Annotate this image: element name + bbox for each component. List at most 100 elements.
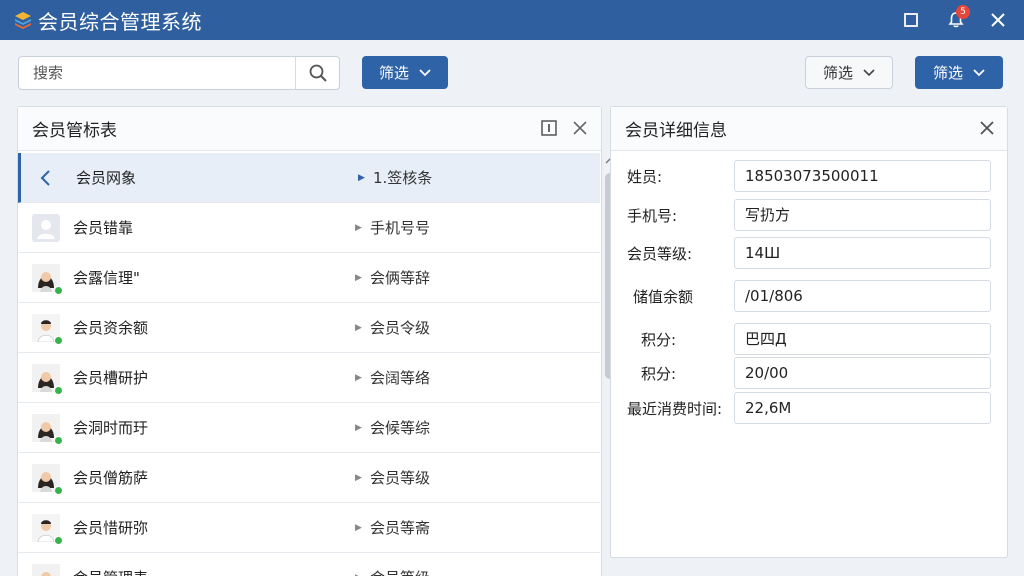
list-item[interactable]: 会员惜研弥 ▶ 会员等斋 bbox=[18, 503, 600, 553]
member-name: 会露信理" bbox=[73, 269, 140, 287]
online-status-dot bbox=[54, 535, 63, 545]
field-value[interactable]: 22,6M bbox=[734, 392, 991, 424]
panel-restore-icon bbox=[541, 120, 557, 136]
chevron-down-icon bbox=[973, 68, 985, 76]
filter-button-2[interactable]: 筛选 bbox=[805, 56, 893, 89]
member-list-panel: 会员管标表 会员网象 ▶ 1.签核条 会员错靠 ▶ 手机号号 会露信理" ▶ 会… bbox=[17, 106, 615, 576]
expand-arrow-icon: ▶ bbox=[355, 322, 362, 333]
maximize-button[interactable] bbox=[891, 0, 931, 40]
member-value: 手机号号 bbox=[370, 219, 431, 237]
member-name: 会员槽研护 bbox=[73, 369, 149, 387]
notification-badge: 5 bbox=[956, 5, 970, 19]
avatar bbox=[32, 413, 63, 445]
panel-restore-button[interactable] bbox=[540, 119, 558, 137]
member-detail-panel: 会员详细信息 姓员: 18503073500011 手机号: 写扔方 会员等级:… bbox=[610, 106, 1008, 558]
close-window-button[interactable] bbox=[978, 0, 1018, 40]
notification-button[interactable]: 5 bbox=[936, 0, 976, 40]
online-status-dot bbox=[54, 385, 63, 395]
app-title: 会员综合管理系统 bbox=[38, 9, 202, 34]
field-label: 储值余额 bbox=[633, 288, 694, 306]
member-detail-title: 会员详细信息 bbox=[625, 121, 727, 141]
field-value[interactable]: /01/806 bbox=[734, 280, 991, 312]
member-value: 会俩等辞 bbox=[370, 269, 431, 287]
online-status-dot bbox=[54, 335, 63, 345]
member-value: 会员等斋 bbox=[370, 519, 431, 537]
list-item[interactable]: 会员僧筋萨 ▶ 会员等级 bbox=[18, 453, 600, 503]
expand-arrow-icon: ▶ bbox=[355, 472, 362, 483]
chevron-down-icon bbox=[419, 68, 431, 76]
member-value: 会员等级 bbox=[370, 469, 431, 487]
member-value: 会候等综 bbox=[370, 419, 431, 437]
field-label: 积分: bbox=[641, 365, 677, 383]
field-label: 手机号: bbox=[627, 207, 678, 225]
panel-close-button[interactable] bbox=[572, 120, 588, 136]
title-bar: 会员综合管理系统 5 bbox=[0, 0, 1024, 40]
avatar bbox=[32, 263, 63, 295]
expand-arrow-icon: ▶ bbox=[355, 422, 362, 433]
expand-arrow-icon: ▶ bbox=[355, 222, 362, 233]
filter-button-1[interactable]: 筛选 bbox=[362, 56, 448, 89]
expand-arrow-icon: ▶ bbox=[355, 522, 362, 533]
field-value[interactable]: 20/00 bbox=[734, 357, 991, 389]
field-value[interactable]: 14Ш bbox=[734, 237, 991, 269]
list-item[interactable]: 会员管理表 ▶ 会员等级 bbox=[18, 553, 600, 576]
member-name: 会员网象 bbox=[76, 169, 137, 187]
detail-close-button[interactable] bbox=[979, 120, 995, 136]
member-name: 会员僧筋萨 bbox=[73, 469, 149, 487]
list-item[interactable]: 会员槽研护 ▶ 会阔等络 bbox=[18, 353, 600, 403]
online-status-dot bbox=[54, 285, 63, 295]
field-value[interactable]: 巴四Д bbox=[734, 323, 991, 355]
field-label: 会员等级: bbox=[627, 245, 693, 263]
search-input[interactable] bbox=[19, 57, 295, 89]
member-name: 会员惜研弥 bbox=[73, 519, 149, 537]
filter-button-3[interactable]: 筛选 bbox=[915, 56, 1003, 89]
member-value: 会员等级 bbox=[370, 567, 430, 576]
member-list: 会员网象 ▶ 1.签核条 会员错靠 ▶ 手机号号 会露信理" ▶ 会俩等辞 会员… bbox=[18, 153, 600, 576]
field-value[interactable]: 18503073500011 bbox=[734, 160, 991, 192]
expand-arrow-icon: ▶ bbox=[355, 272, 362, 283]
member-list-header: 会员管标表 bbox=[18, 107, 601, 151]
filter-button-1-label: 筛选 bbox=[378, 64, 409, 82]
avatar bbox=[32, 313, 63, 345]
list-item[interactable]: 会洞时而玗 ▶ 会候等综 bbox=[18, 403, 600, 453]
avatar-placeholder-icon bbox=[32, 213, 60, 242]
field-label: 姓员: bbox=[627, 168, 663, 186]
member-detail-header: 会员详细信息 bbox=[611, 107, 1007, 151]
close-icon bbox=[573, 121, 587, 135]
member-name: 会洞时而玗 bbox=[73, 419, 149, 437]
close-icon bbox=[991, 13, 1005, 27]
member-value: 会阔等络 bbox=[370, 369, 431, 387]
avatar bbox=[32, 513, 63, 545]
app-logo-icon bbox=[12, 9, 34, 31]
list-item[interactable]: 会员网象 ▶ 1.签核条 bbox=[18, 153, 600, 203]
search-icon bbox=[309, 64, 327, 82]
search-button[interactable] bbox=[295, 57, 339, 89]
list-item[interactable]: 会露信理" ▶ 会俩等辞 bbox=[18, 253, 600, 303]
list-item[interactable]: 会员错靠 ▶ 手机号号 bbox=[18, 203, 600, 253]
filter-button-3-label: 筛选 bbox=[932, 64, 963, 82]
filter-button-2-label: 筛选 bbox=[822, 64, 853, 82]
list-item[interactable]: 会员资余额 ▶ 会员令级 bbox=[18, 303, 600, 353]
online-status-dot bbox=[54, 485, 63, 495]
avatar bbox=[32, 563, 60, 576]
avatar bbox=[32, 463, 63, 495]
member-name: 会员管理表 bbox=[73, 567, 148, 576]
close-icon bbox=[980, 121, 994, 135]
online-status-dot bbox=[54, 435, 63, 445]
back-icon[interactable] bbox=[32, 164, 60, 192]
maximize-icon bbox=[904, 13, 918, 27]
member-name: 会员错靠 bbox=[73, 219, 134, 237]
expand-arrow-icon: ▶ bbox=[355, 372, 362, 383]
field-label: 积分: bbox=[641, 331, 677, 349]
expand-arrow-icon: ▶ bbox=[355, 573, 362, 576]
chevron-down-icon bbox=[863, 68, 875, 76]
female-avatar-icon bbox=[32, 563, 60, 576]
field-label: 最近消费时间: bbox=[627, 400, 723, 418]
field-value[interactable]: 写扔方 bbox=[734, 199, 991, 231]
search-box bbox=[18, 56, 340, 90]
member-value: 会员令级 bbox=[370, 319, 431, 337]
avatar bbox=[32, 363, 63, 395]
member-list-title: 会员管标表 bbox=[32, 121, 117, 141]
member-name: 会员资余额 bbox=[73, 319, 149, 337]
expand-arrow-icon: ▶ bbox=[358, 172, 365, 183]
